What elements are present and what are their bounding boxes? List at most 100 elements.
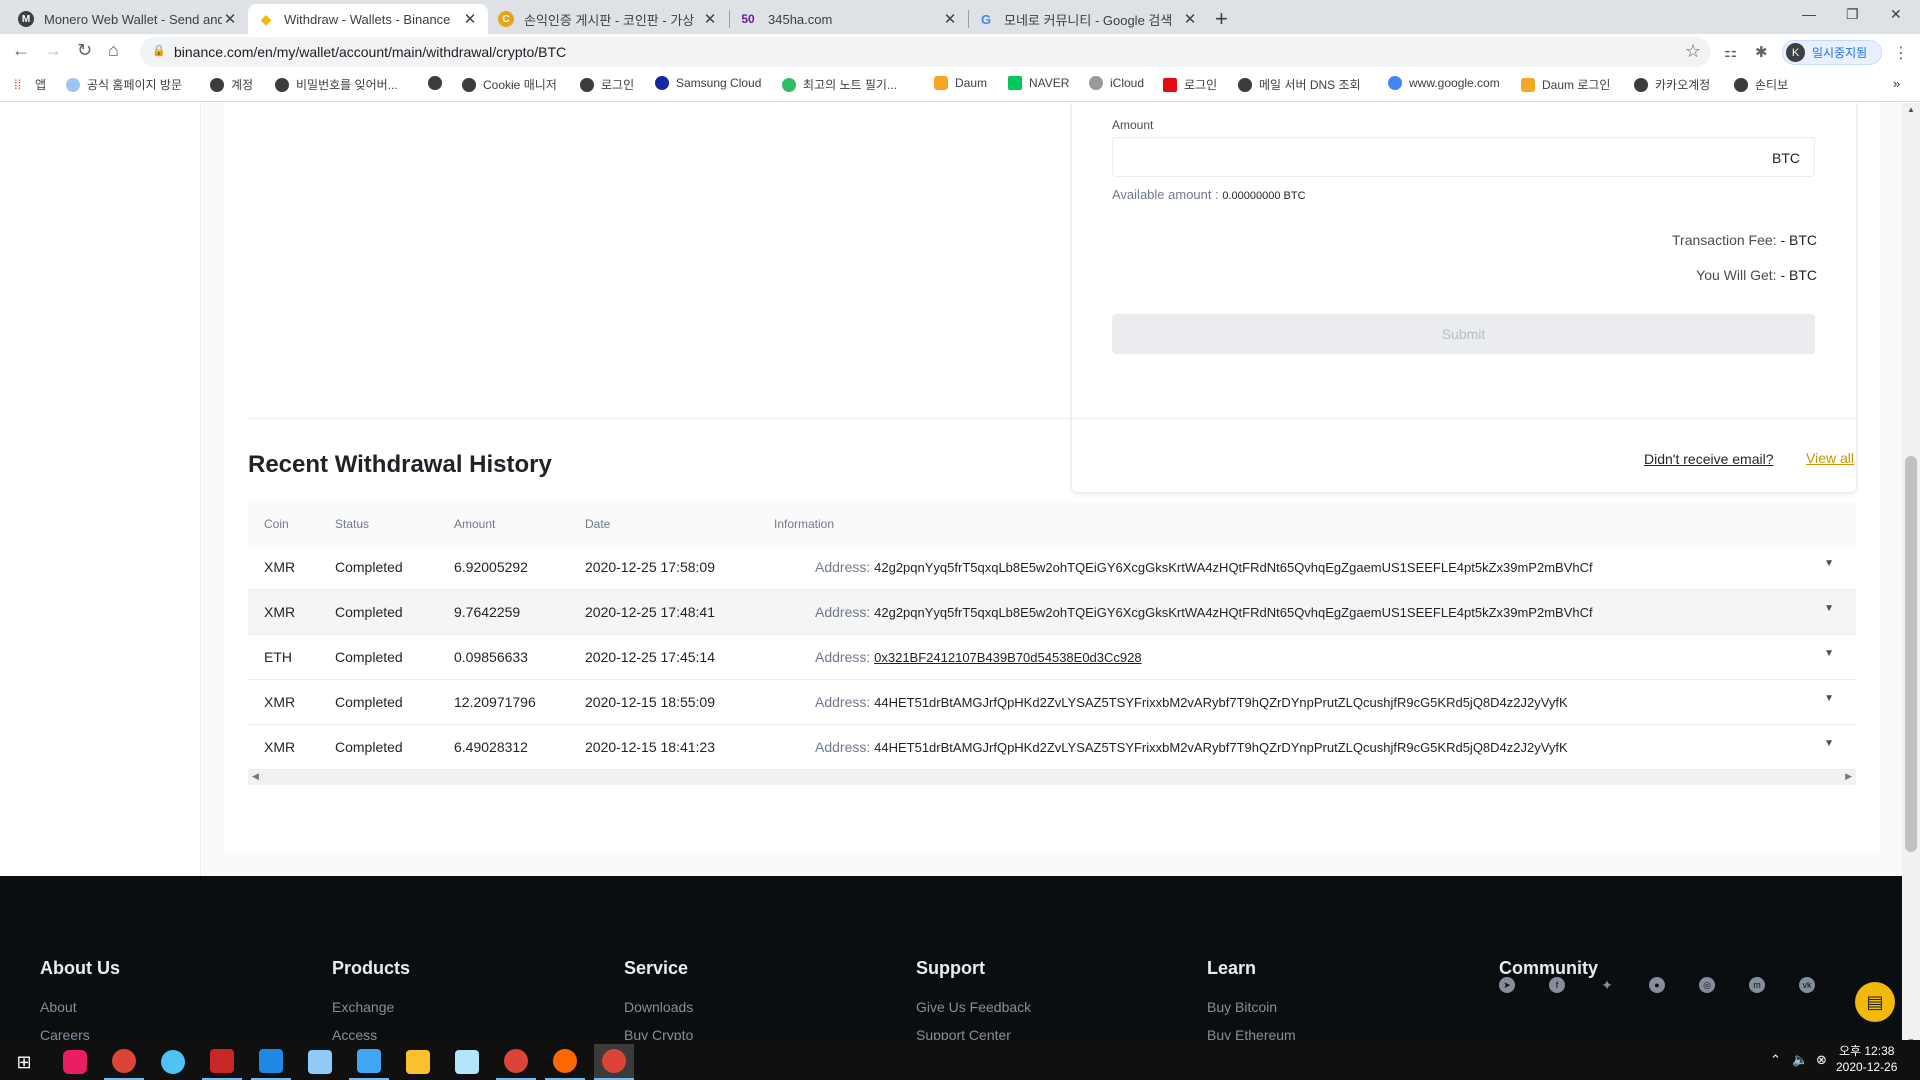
page-vertical-scrollbar[interactable]: ▲ ▼ — [1902, 103, 1920, 1048]
scroll-up-icon[interactable]: ▲ — [1907, 105, 1915, 114]
bookmark-apps[interactable]: ⁞⁞ 앱 — [14, 76, 46, 93]
table-row[interactable]: XMR Completed 6.92005292 2020-12-25 17:5… — [248, 545, 1856, 590]
bookmark-item[interactable] — [428, 76, 449, 90]
volume-icon[interactable]: 🔈 — [1792, 1052, 1808, 1068]
table-row[interactable]: ETH Completed 0.09856633 2020-12-25 17:4… — [248, 635, 1856, 680]
taskbar-app[interactable] — [153, 1044, 193, 1080]
scroll-right-icon[interactable]: ▶ — [1845, 771, 1852, 782]
minimize-icon[interactable]: — — [1802, 6, 1816, 22]
taskbar-clock[interactable]: 오후 12:38 2020-12-26 — [1836, 1043, 1897, 1075]
footer-link[interactable]: Give Us Feedback — [916, 999, 1031, 1015]
telegram-icon[interactable]: ➤ — [1499, 977, 1515, 993]
close-icon[interactable]: ✕ — [702, 10, 718, 28]
puzzle-icon[interactable]: ✱ — [1755, 43, 1768, 61]
instagram-icon[interactable]: ◎ — [1699, 977, 1715, 993]
bookmark-item[interactable]: Daum 로그인 — [1521, 76, 1610, 93]
lock-icon[interactable]: 🔒 — [152, 44, 166, 57]
back-icon[interactable]: ← — [12, 40, 30, 61]
bookmark-item[interactable]: Samsung Cloud — [655, 76, 761, 90]
table-horizontal-scrollbar[interactable]: ◀ ▶ — [248, 770, 1856, 785]
chat-support-button[interactable]: ▤ — [1855, 982, 1895, 1022]
taskbar-chrome[interactable] — [496, 1044, 536, 1080]
taskbar-app[interactable] — [300, 1044, 340, 1080]
reddit-icon[interactable]: ● — [1649, 977, 1665, 993]
table-row[interactable]: XMR Completed 6.49028312 2020-12-15 18:4… — [248, 725, 1856, 770]
tab-google-search[interactable]: G 모네로 커뮤니티 - Google 검색 ✕ — [968, 4, 1208, 34]
taskbar-app[interactable] — [251, 1044, 291, 1080]
close-icon[interactable]: ✕ — [462, 10, 478, 28]
close-icon[interactable]: ✕ — [222, 10, 238, 28]
tab-345ha[interactable]: 50 345ha.com ✕ — [728, 4, 968, 34]
window-close-icon[interactable]: ✕ — [1890, 6, 1902, 23]
coinmarketcap-icon[interactable]: m — [1749, 977, 1765, 993]
bookmark-star-icon[interactable]: ☆ — [1685, 41, 1701, 62]
profile-button[interactable]: K 일시중지됨 — [1782, 40, 1882, 65]
scroll-left-icon[interactable]: ◀ — [252, 771, 259, 782]
taskbar-file-explorer[interactable] — [398, 1044, 438, 1080]
taskbar-app[interactable] — [349, 1044, 389, 1080]
reload-icon[interactable]: ↻ — [77, 40, 92, 61]
url-text[interactable]: binance.com/en/my/wallet/account/main/wi… — [174, 44, 566, 60]
caret-down-icon[interactable]: ▼ — [1824, 693, 1834, 704]
twitter-icon[interactable]: ✦ — [1599, 977, 1615, 993]
bookmark-item[interactable]: 메일 서버 DNS 조회 — [1238, 76, 1361, 93]
taskbar-app[interactable] — [55, 1044, 95, 1080]
network-icon[interactable]: ⊗ — [1816, 1052, 1827, 1068]
tab-monero-wallet[interactable]: M Monero Web Wallet - Send and ✕ — [8, 4, 248, 34]
bookmark-item[interactable]: www.google.com — [1388, 76, 1500, 90]
row-address[interactable]: 42g2pqnYyq5frT5qxqLb8E5w2ohTQEiGY6XcgGks… — [874, 605, 1592, 620]
bookmark-item[interactable]: 로그인 — [580, 76, 634, 93]
row-address[interactable]: 44HET51drBtAMGJrfQpHKd2ZvLYSAZ5TSYFrixxb… — [874, 740, 1568, 755]
facebook-icon[interactable]: f — [1549, 977, 1565, 993]
address-bar[interactable]: 🔒 binance.com/en/my/wallet/account/main/… — [140, 37, 1711, 67]
amount-field[interactable]: BTC — [1112, 137, 1815, 177]
table-row[interactable]: XMR Completed 12.20971796 2020-12-15 18:… — [248, 680, 1856, 725]
bookmark-item[interactable]: 카카오계정 — [1634, 76, 1710, 93]
bookmarks-overflow[interactable]: » — [1893, 76, 1900, 91]
row-address[interactable]: 42g2pqnYyq5frT5qxqLb8E5w2ohTQEiGY6XcgGks… — [874, 560, 1592, 575]
tray-chevron-icon[interactable]: ⌃ — [1770, 1052, 1781, 1068]
taskbar-monero[interactable] — [545, 1044, 585, 1080]
menu-icon[interactable]: ⋮ — [1893, 43, 1909, 63]
close-icon[interactable]: ✕ — [1182, 10, 1198, 28]
taskbar-notepad[interactable] — [447, 1044, 487, 1080]
bookmark-item[interactable]: 계정 — [210, 76, 253, 93]
table-row[interactable]: XMR Completed 9.7642259 2020-12-25 17:48… — [248, 590, 1856, 635]
close-icon[interactable]: ✕ — [942, 10, 958, 28]
tab-binance-withdraw[interactable]: ◆ Withdraw - Wallets - Binance ✕ — [248, 4, 488, 34]
bookmark-item[interactable]: Daum — [934, 76, 987, 90]
vk-icon[interactable]: vk — [1799, 977, 1815, 993]
home-icon[interactable]: ⌂ — [108, 40, 119, 61]
didnt-receive-email-link[interactable]: Didn't receive email? — [1644, 451, 1774, 467]
bookmark-item[interactable]: 로그인 — [1163, 76, 1217, 93]
row-address[interactable]: 44HET51drBtAMGJrfQpHKd2ZvLYSAZ5TSYFrixxb… — [874, 695, 1568, 710]
taskbar-app[interactable] — [202, 1044, 242, 1080]
start-button[interactable]: ⊞ — [4, 1044, 44, 1080]
row-address-link[interactable]: 0x321BF2412107B439B70d54538E0d3Cc928 — [874, 650, 1141, 665]
caret-down-icon[interactable]: ▼ — [1824, 738, 1834, 749]
submit-button[interactable]: Submit — [1112, 314, 1815, 354]
caret-down-icon[interactable]: ▼ — [1824, 558, 1834, 569]
caret-down-icon[interactable]: ▼ — [1824, 648, 1834, 659]
bookmark-item[interactable]: Cookie 매니저 — [462, 76, 557, 93]
bookmark-item[interactable]: 비밀번호를 잊어버... — [275, 76, 398, 93]
forward-icon[interactable]: → — [44, 40, 62, 61]
new-tab-button[interactable]: + — [1215, 6, 1228, 32]
bookmark-item[interactable]: iCloud — [1089, 76, 1144, 90]
footer-link[interactable]: Exchange — [332, 999, 410, 1015]
caret-down-icon[interactable]: ▼ — [1824, 603, 1834, 614]
restore-icon[interactable]: ❐ — [1846, 6, 1859, 23]
bookmark-item[interactable]: 공식 홈페이지 방문 — [66, 76, 182, 93]
footer-link[interactable]: About — [40, 999, 120, 1015]
bookmark-item[interactable]: NAVER — [1008, 76, 1069, 90]
bookmark-item[interactable]: 최고의 노트 필기... — [782, 76, 897, 93]
taskbar-chrome[interactable] — [594, 1044, 634, 1080]
taskbar-chrome[interactable] — [104, 1044, 144, 1080]
extension-icon[interactable]: ⚏ — [1724, 43, 1737, 61]
tab-coinpan[interactable]: C 손익인증 게시판 - 코인판 - 가상 ✕ — [488, 4, 728, 34]
bookmark-item[interactable]: 손티보 — [1734, 76, 1788, 93]
footer-link[interactable]: Downloads — [624, 999, 693, 1015]
view-all-link[interactable]: View all — [1806, 450, 1854, 466]
scrollbar-thumb[interactable] — [1905, 456, 1917, 852]
footer-link[interactable]: Buy Bitcoin — [1207, 999, 1296, 1015]
